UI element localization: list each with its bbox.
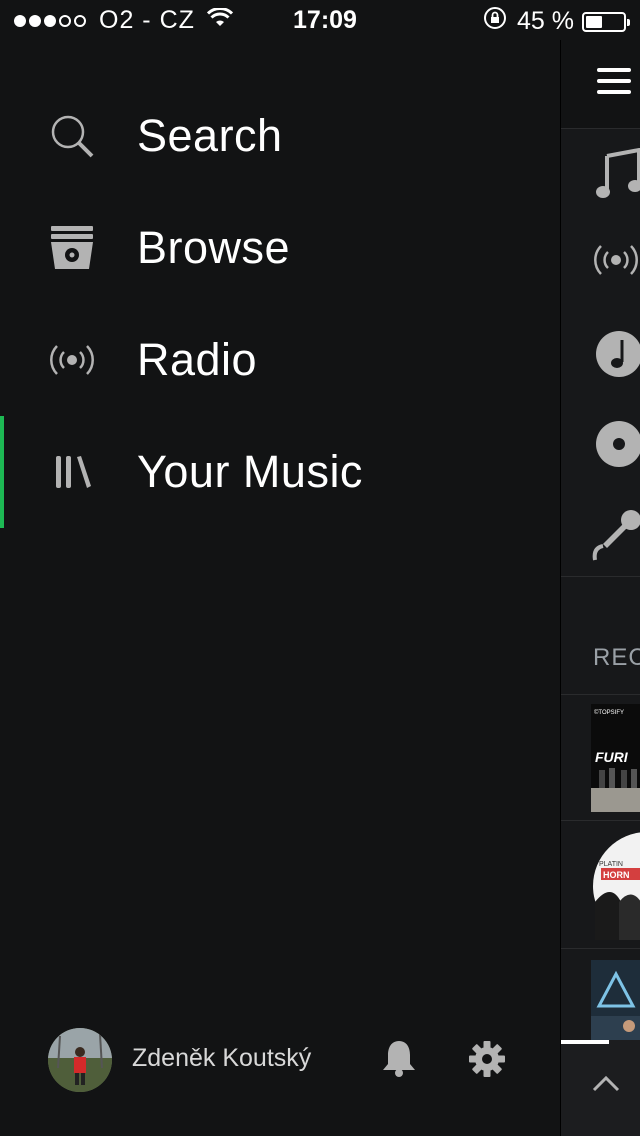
progress-indicator: [561, 1040, 609, 1044]
active-indicator: [0, 416, 4, 528]
now-playing-bar[interactable]: [561, 1040, 640, 1136]
settings-gear-icon[interactable]: [468, 1040, 506, 1083]
library-icon: [46, 446, 98, 498]
top-bar: [561, 40, 640, 129]
menu-item-radio[interactable]: Radio: [0, 304, 560, 416]
menu-item-browse[interactable]: Browse: [0, 192, 560, 304]
menu-item-label: Your Music: [137, 446, 363, 497]
rotation-lock-icon: [483, 6, 507, 37]
battery-icon: [582, 11, 630, 32]
divider: [561, 948, 640, 949]
divider: [561, 820, 640, 821]
menu-item-label: Browse: [137, 222, 291, 273]
radio-stations-icon[interactable]: [591, 240, 640, 285]
albums-note-circle-icon[interactable]: [595, 330, 640, 383]
menu-item-label: Radio: [137, 334, 258, 385]
browse-icon: [46, 222, 98, 274]
divider: [561, 694, 640, 695]
songs-note-icon[interactable]: [595, 147, 640, 205]
search-icon: [46, 110, 98, 162]
menu-item-search[interactable]: Search: [0, 80, 560, 192]
svg-text:©TOPSIFY: ©TOPSIFY: [594, 709, 624, 716]
main-content-peek[interactable]: REC ©TOPSIFY FURI PLATIN HORN: [560, 40, 640, 1136]
recent-section-label: REC: [593, 644, 640, 671]
radio-icon: [46, 334, 98, 386]
disc-icon[interactable]: [595, 420, 640, 473]
artists-microphone-icon[interactable]: [591, 508, 640, 567]
user-bar: Zdeněk Koutský: [0, 1020, 560, 1110]
thumb-title: HORN: [603, 870, 630, 880]
menu-item-your-music[interactable]: Your Music: [0, 416, 560, 528]
menu-item-label: Search: [137, 110, 283, 161]
avatar[interactable]: [48, 1028, 112, 1092]
thumb-title: FURI: [595, 749, 629, 765]
user-name[interactable]: Zdeněk Koutský: [132, 1044, 311, 1073]
recent-item-thumbnail[interactable]: PLATIN HORN: [591, 832, 640, 940]
divider: [561, 576, 640, 577]
svg-text:PLATIN: PLATIN: [599, 861, 623, 868]
chevron-up-icon[interactable]: [591, 1074, 621, 1099]
hamburger-menu-icon[interactable]: [597, 66, 631, 101]
status-right: 45 %: [483, 6, 630, 37]
battery-percent: 45 %: [517, 7, 574, 35]
status-bar: O2 - CZ 17:09 45 %: [0, 0, 640, 40]
notifications-bell-icon[interactable]: [380, 1038, 418, 1083]
recent-item-thumbnail[interactable]: ©TOPSIFY FURI: [591, 704, 640, 812]
